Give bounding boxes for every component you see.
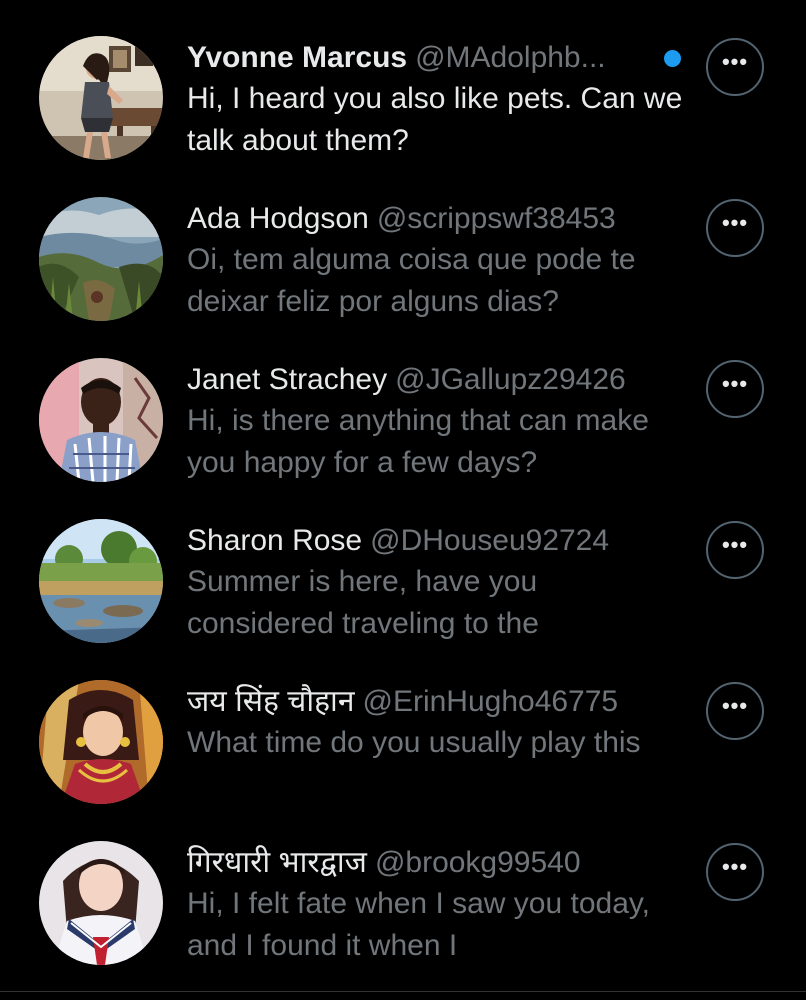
message-header: जय सिंह चौहान @ErinHugho46775 bbox=[187, 682, 682, 722]
message-preview: What time do you usually play this bbox=[187, 726, 641, 759]
grass-hill-landscape-photo-icon bbox=[39, 197, 163, 321]
conversation-item[interactable]: Janet Strachey @JGallupz29426 Hi, is ther… bbox=[0, 322, 806, 483]
more-options-button[interactable]: ••• bbox=[706, 521, 764, 579]
woman-in-sari-photo-icon bbox=[39, 680, 163, 804]
more-options-button[interactable]: ••• bbox=[706, 199, 764, 257]
message-text-block: Yvonne Marcus @MAdolphb... Hi, I heard yo… bbox=[187, 38, 687, 162]
message-list: Yvonne Marcus @MAdolphb... Hi, I heard yo… bbox=[0, 0, 806, 990]
sender-handle: @MAdolphb... bbox=[415, 41, 606, 74]
more-options-button[interactable]: ••• bbox=[706, 682, 764, 740]
more-horizontal-icon: ••• bbox=[721, 854, 749, 879]
sender-name: गिरधारी भारद्वाज bbox=[187, 846, 367, 879]
more-horizontal-icon: ••• bbox=[721, 532, 749, 557]
man-portrait-photo-icon bbox=[39, 358, 163, 482]
message-preview: Hi, I heard you also like pets. Can we t… bbox=[187, 82, 683, 157]
sender-name: Yvonne Marcus bbox=[187, 41, 408, 74]
river-landscape-photo-icon bbox=[39, 519, 163, 643]
message-text-block: Ada Hodgson @scrippswf38453 Oi, tem algum… bbox=[187, 199, 687, 323]
more-horizontal-icon: ••• bbox=[721, 210, 749, 235]
avatar[interactable] bbox=[39, 680, 163, 804]
message-preview: Hi, I felt fate when I saw you today, an… bbox=[187, 887, 651, 962]
message-preview: Summer is here, have you considered trav… bbox=[187, 565, 539, 640]
message-header: Janet Strachey @JGallupz29426 bbox=[187, 360, 682, 400]
sender-name: Ada Hodgson bbox=[187, 202, 369, 235]
sender-handle: @ErinHugho46775 bbox=[362, 685, 619, 718]
more-horizontal-icon: ••• bbox=[721, 49, 749, 74]
more-options-button[interactable]: ••• bbox=[706, 360, 764, 418]
message-text-block: गिरधारी भारद्वाज @brookg99540 Hi, I felt … bbox=[187, 843, 687, 967]
message-header: गिरधारी भारद्वाज @brookg99540 bbox=[187, 843, 682, 883]
conversation-item[interactable]: गिरधारी भारद्वाज @brookg99540 Hi, I felt … bbox=[0, 805, 806, 966]
avatar[interactable] bbox=[39, 197, 163, 321]
message-text-block: Janet Strachey @JGallupz29426 Hi, is ther… bbox=[187, 360, 687, 484]
sender-name: Sharon Rose bbox=[187, 524, 363, 557]
unread-indicator bbox=[664, 50, 681, 67]
divider bbox=[0, 991, 806, 992]
sender-handle: @brookg99540 bbox=[374, 846, 581, 879]
more-horizontal-icon: ••• bbox=[721, 693, 749, 718]
message-header: Sharon Rose @DHouseu92724 bbox=[187, 521, 682, 561]
sender-name: जय सिंह चौहान bbox=[187, 685, 355, 718]
message-text-block: Sharon Rose @DHouseu92724 Summer is here,… bbox=[187, 521, 687, 645]
girl-sailor-uniform-photo-icon bbox=[39, 841, 163, 965]
woman-in-room-photo-icon bbox=[39, 36, 163, 160]
conversation-item[interactable]: Ada Hodgson @scrippswf38453 Oi, tem algum… bbox=[0, 161, 806, 322]
message-preview: Hi, is there anything that can make you … bbox=[187, 404, 649, 479]
avatar[interactable] bbox=[39, 519, 163, 643]
conversation-item[interactable]: Sharon Rose @DHouseu92724 Summer is here,… bbox=[0, 483, 806, 644]
more-horizontal-icon: ••• bbox=[721, 371, 749, 396]
message-preview: Oi, tem alguma coisa que pode te deixar … bbox=[187, 243, 636, 318]
sender-name: Janet Strachey bbox=[187, 363, 388, 396]
message-text-block: जय सिंह चौहान @ErinHugho46775 What time d… bbox=[187, 682, 687, 806]
avatar[interactable] bbox=[39, 841, 163, 965]
message-header: Yvonne Marcus @MAdolphb... bbox=[187, 38, 647, 78]
sender-handle: @JGallupz29426 bbox=[395, 363, 626, 396]
sender-handle: @scrippswf38453 bbox=[376, 202, 616, 235]
more-options-button[interactable]: ••• bbox=[706, 843, 764, 901]
avatar[interactable] bbox=[39, 358, 163, 482]
conversation-item[interactable]: Yvonne Marcus @MAdolphb... Hi, I heard yo… bbox=[0, 0, 806, 161]
avatar[interactable] bbox=[39, 36, 163, 160]
more-options-button[interactable]: ••• bbox=[706, 38, 764, 96]
conversation-item[interactable]: जय सिंह चौहान @ErinHugho46775 What time d… bbox=[0, 644, 806, 805]
sender-handle: @DHouseu92724 bbox=[370, 524, 610, 557]
message-header: Ada Hodgson @scrippswf38453 bbox=[187, 199, 682, 239]
